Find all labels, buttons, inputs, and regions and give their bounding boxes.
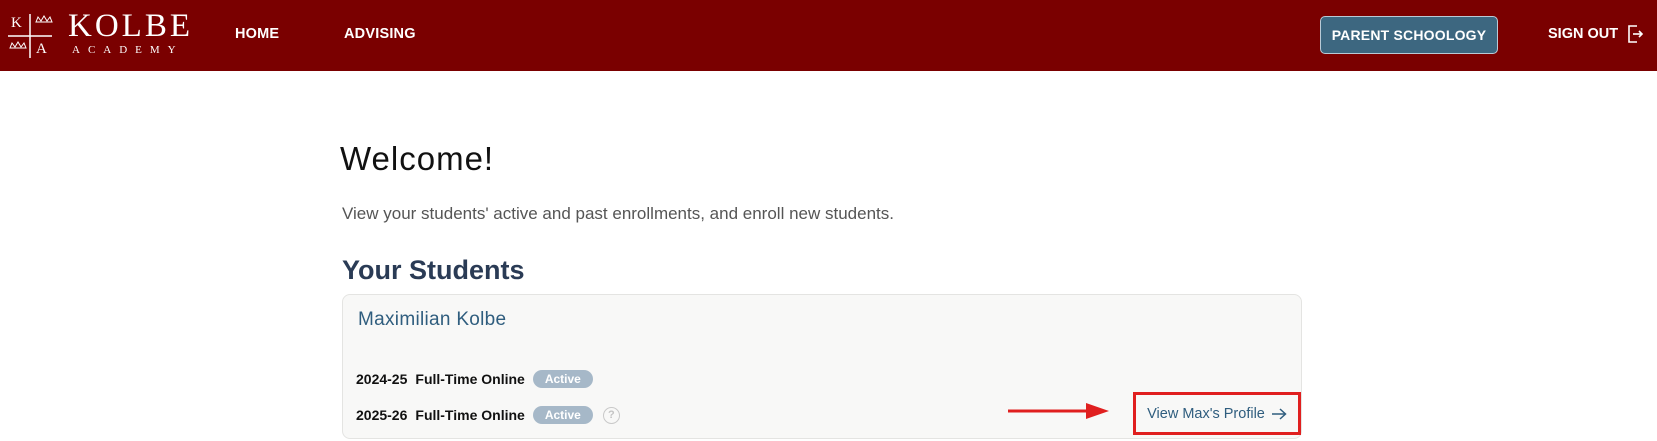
enrollment-program: Full-Time Online: [415, 371, 525, 387]
view-profile-label: View Max's Profile: [1147, 405, 1265, 422]
student-name[interactable]: Maximilian Kolbe: [358, 309, 506, 331]
sign-out-label: SIGN OUT: [1548, 26, 1619, 42]
status-badge: Active: [532, 370, 593, 388]
nav-home[interactable]: HOME: [235, 26, 279, 42]
sign-out-icon: [1628, 25, 1644, 43]
parent-schoology-button[interactable]: PARENT SCHOOLOGY: [1320, 16, 1498, 54]
logo-wordmark: KOLBE: [68, 8, 193, 44]
enrollment-row: 2024-25 Full-Time Online Active: [356, 370, 593, 388]
enrollment-program: Full-Time Online: [415, 407, 525, 423]
red-arrow-icon: [1008, 403, 1109, 419]
help-icon[interactable]: ?: [602, 406, 620, 424]
sign-out-link[interactable]: SIGN OUT: [1548, 24, 1644, 44]
enrollment-row: 2025-26 Full-Time Online Active ?: [356, 406, 620, 424]
status-badge: Active: [532, 406, 593, 424]
kolbe-academy-logo[interactable]: K A KOLBE ACADEMY: [6, 8, 193, 60]
logo-subtitle: ACADEMY: [72, 44, 184, 56]
page-subtitle: View your students' active and past enro…: [342, 204, 894, 223]
view-profile-link[interactable]: View Max's Profile: [1133, 392, 1301, 435]
arrow-right-icon: [1271, 407, 1287, 420]
logo-letter-a: A: [36, 41, 47, 57]
your-students-heading: Your Students: [342, 255, 525, 285]
page-title: Welcome!: [340, 140, 495, 177]
enrollment-year: 2025-26: [356, 407, 408, 423]
logo-mark: K A: [6, 12, 54, 60]
nav-advising[interactable]: ADVISING: [344, 26, 416, 42]
top-navigation-bar: K A KOLBE ACADEMY HOME ADVISING PARENT S…: [0, 0, 1657, 71]
enrollment-year: 2024-25: [356, 371, 408, 387]
logo-letter-k: K: [11, 15, 22, 31]
